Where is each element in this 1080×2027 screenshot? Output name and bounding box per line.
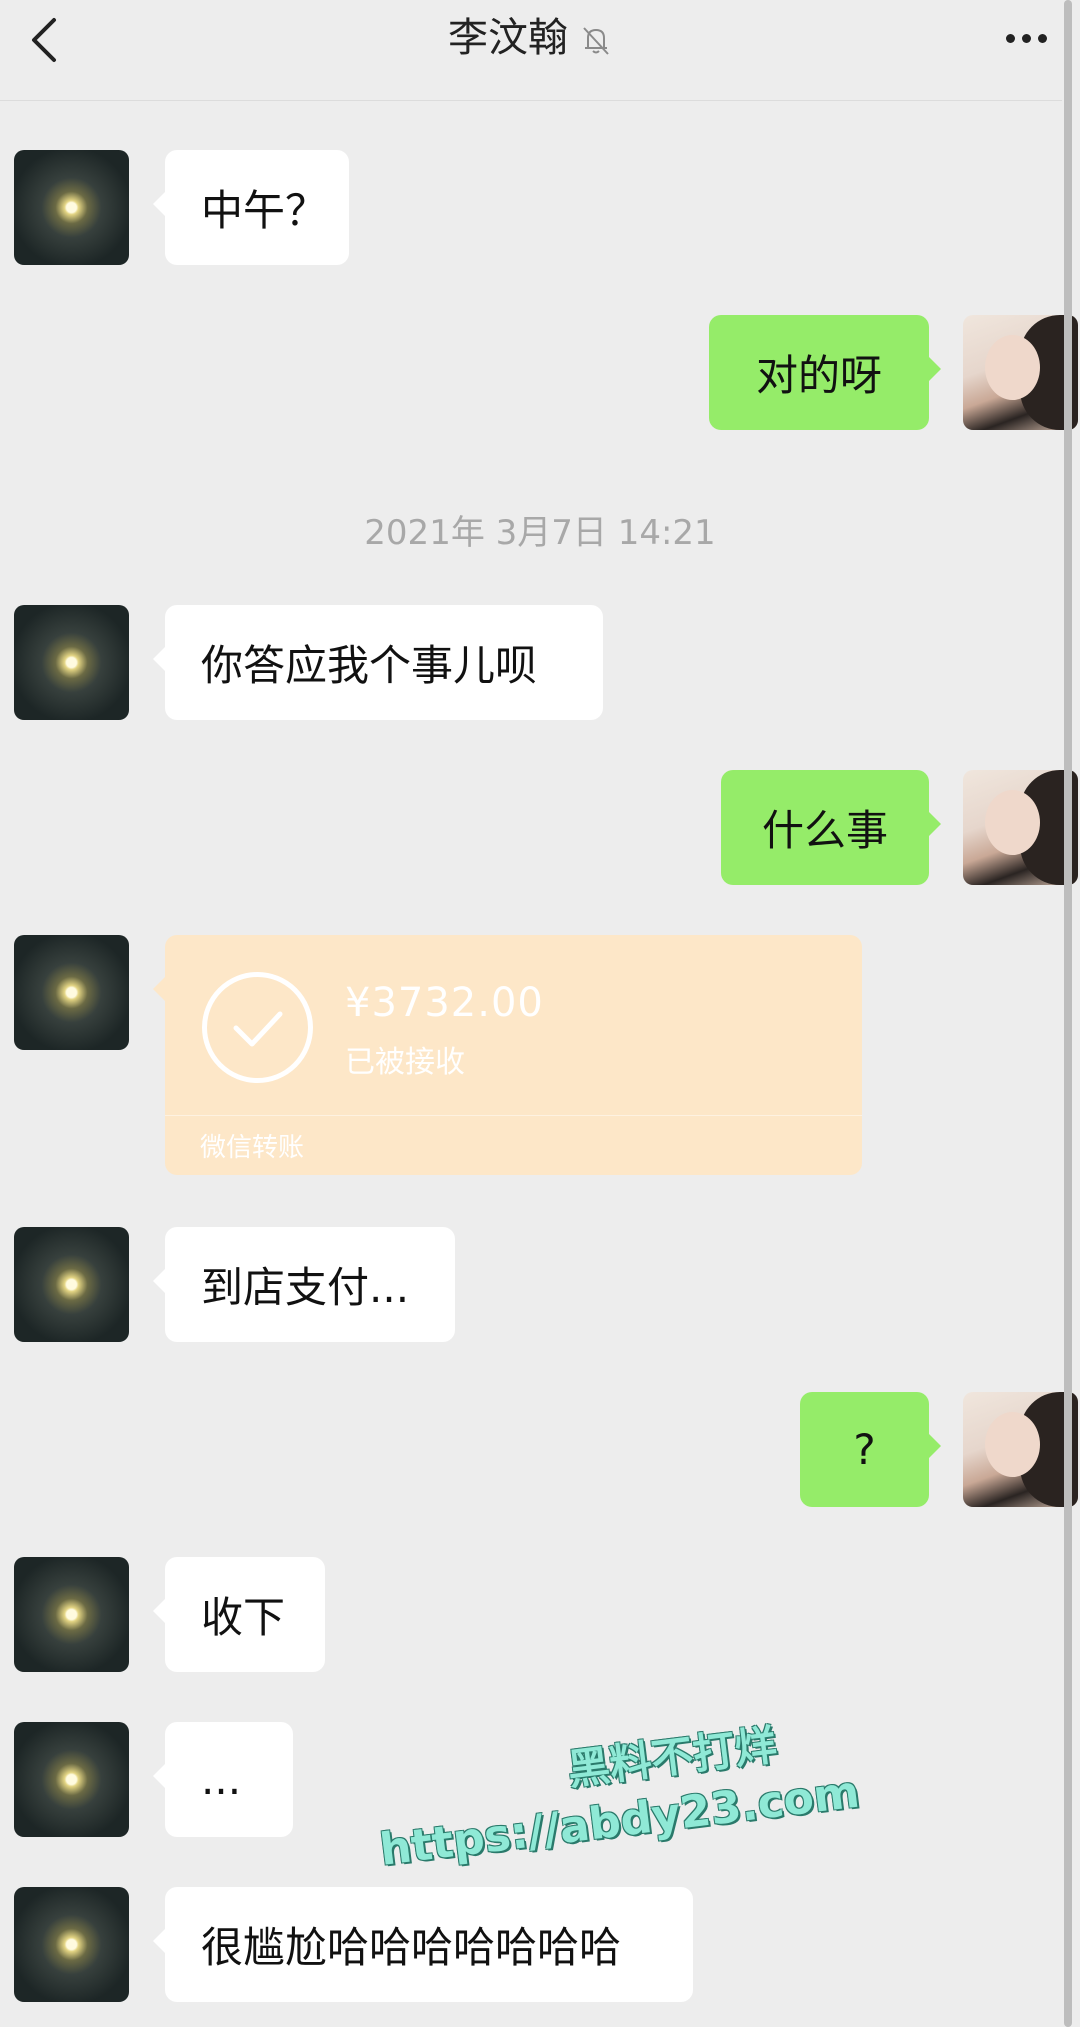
more-dot	[1006, 34, 1015, 43]
scrollbar[interactable]	[1064, 0, 1072, 2027]
message-text: 什么事	[761, 806, 888, 855]
watermark: 黑料不打烊 https://abdy23.com	[377, 1691, 951, 1876]
message-bubble-received[interactable]: ...	[153, 1722, 293, 1837]
self-avatar[interactable]	[963, 770, 1078, 885]
message-text: 对的呀	[755, 351, 882, 400]
message-text: ...	[201, 1755, 242, 1804]
contact-avatar[interactable]	[14, 1722, 129, 1837]
message-bubble-received[interactable]: 很尴尬哈哈哈哈哈哈哈	[153, 1887, 693, 2002]
message-text: 你答应我个事儿呗	[201, 641, 538, 690]
contact-avatar[interactable]	[14, 1887, 129, 2002]
contact-avatar[interactable]	[14, 1557, 129, 1672]
more-dot	[1022, 34, 1031, 43]
contact-avatar[interactable]	[14, 935, 129, 1050]
transfer-status: 已被接收	[345, 1045, 465, 1080]
contact-name: 李汶翰	[448, 15, 568, 61]
contact-avatar[interactable]	[14, 1227, 129, 1342]
message-text: ?	[853, 1425, 876, 1474]
transfer-amount: ¥3732.00	[345, 980, 544, 1026]
message-bubble-sent[interactable]: ?	[800, 1392, 941, 1507]
transfer-divider	[165, 1115, 862, 1116]
message-text: 收下	[201, 1593, 286, 1642]
self-avatar[interactable]	[963, 315, 1078, 430]
chat-timestamp: 2021年 3月7日 14:21	[364, 513, 716, 553]
message-text: 很尴尬哈哈哈哈哈哈哈	[201, 1923, 622, 1972]
contact-avatar[interactable]	[14, 605, 129, 720]
self-avatar[interactable]	[963, 1392, 1078, 1507]
chat-header: 李汶翰	[0, 0, 1062, 101]
message-bubble-received[interactable]: 你答应我个事儿呗	[153, 605, 603, 720]
message-bubble-sent[interactable]: 什么事	[721, 770, 941, 885]
more-dot	[1038, 34, 1047, 43]
message-bubble-received[interactable]: 到店支付...	[153, 1227, 455, 1342]
transfer-footer: 微信转账	[200, 1133, 305, 1163]
message-bubble-received[interactable]: 收下	[153, 1557, 325, 1672]
transfer-card[interactable]: ¥3732.00 已被接收 微信转账	[153, 935, 862, 1175]
message-bubble-received[interactable]: 中午？	[153, 150, 349, 265]
chat-title: 李汶翰	[0, 10, 1062, 66]
more-button[interactable]	[992, 18, 1062, 58]
contact-avatar[interactable]	[14, 150, 129, 265]
message-bubble-sent[interactable]: 对的呀	[709, 315, 941, 430]
message-text: 中午？	[201, 186, 328, 235]
check-circle-icon	[202, 972, 313, 1083]
message-text: 到店支付...	[201, 1263, 410, 1312]
bell-off-icon	[583, 27, 609, 55]
